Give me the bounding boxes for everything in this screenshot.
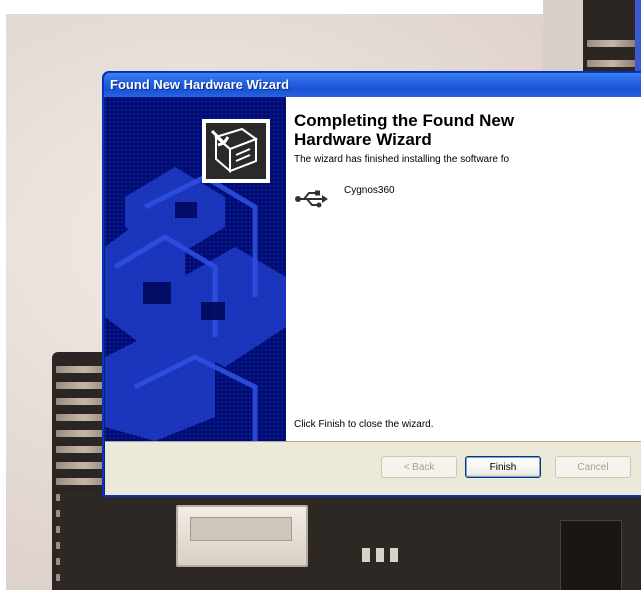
smd-component: [376, 548, 384, 562]
button-bar: < Back Finish Cancel: [105, 441, 641, 495]
completion-description: The wizard has finished installing the s…: [294, 154, 510, 165]
cancel-button[interactable]: Cancel: [555, 456, 631, 478]
board-connector: [176, 505, 308, 567]
found-new-hardware-wizard-window[interactable]: Found New Hardware Wizard Completing the…: [103, 72, 641, 496]
back-button[interactable]: < Back: [381, 456, 457, 478]
board-pad: [587, 60, 637, 67]
wizard-side-graphic: [105, 97, 286, 441]
screen: Found New Hardware Wizard Completing the…: [0, 0, 641, 590]
installed-device: Cygnos360: [294, 181, 494, 211]
usb-icon: [295, 190, 328, 208]
finish-button[interactable]: Finish: [465, 456, 541, 478]
board-chip: [560, 520, 622, 590]
title-bar[interactable]: Found New Hardware Wizard: [104, 73, 641, 97]
window-title: Found New Hardware Wizard: [110, 77, 290, 92]
connector-slot: [190, 517, 292, 541]
device-name: Cygnos360: [344, 185, 395, 196]
smd-component: [390, 548, 398, 562]
circuit-board-bottom: [60, 492, 641, 590]
smd-component: [362, 548, 370, 562]
hardware-install-icon: [202, 119, 270, 183]
completion-heading: Completing the Found New Hardware Wizard: [294, 111, 515, 149]
wizard-content: Completing the Found New Hardware Wizard…: [286, 97, 641, 441]
close-instruction: Click Finish to close the wizard.: [294, 419, 434, 430]
background-left-strip: [0, 0, 6, 590]
board-pad: [587, 40, 637, 47]
